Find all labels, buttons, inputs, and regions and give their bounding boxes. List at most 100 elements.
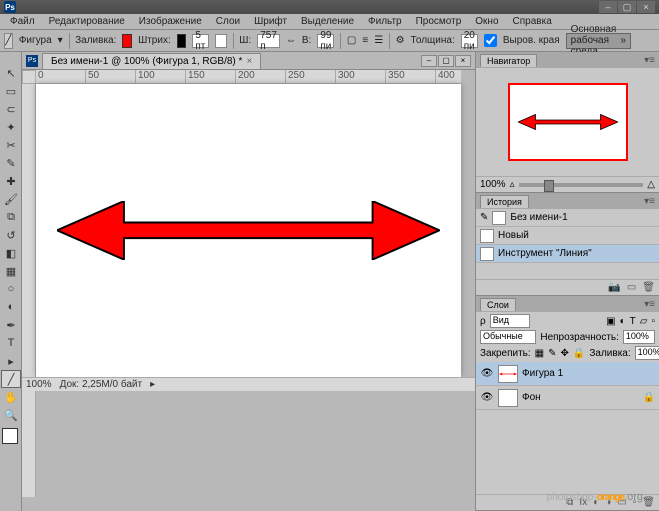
lock-paint-icon[interactable]: ✎ [548,348,556,359]
dodge-tool[interactable]: ◐ [1,298,21,316]
history-brush-tool[interactable]: ↺ [1,226,21,244]
layer-item[interactable]: 👁 Фон 🔒 [476,386,659,410]
trash-icon[interactable]: 🗑 [642,497,655,508]
menu-view[interactable]: Просмотр [410,15,468,28]
history-item[interactable]: ✎ Без имени-1 [476,209,659,227]
document-tab[interactable]: Без имени-1 @ 100% (Фигура 1, RGB/8) * × [42,53,261,69]
menu-layers[interactable]: Слои [210,15,246,28]
stamp-tool[interactable]: ⧉ [1,208,21,226]
navigator-zoom[interactable]: 100% [480,179,506,190]
history-source-icon[interactable]: ✎ [480,212,488,223]
menu-filter[interactable]: Фильтр [362,15,408,28]
eraser-tool[interactable]: ◧ [1,244,21,262]
brush-tool[interactable]: 🖌 [1,190,21,208]
layer-name[interactable]: Фон [522,392,541,403]
panel-menu-icon[interactable]: ▾≡ [644,55,655,66]
ruler-horizontal[interactable]: 050100150200250300350400 [36,70,461,84]
lasso-tool[interactable]: ⊂ [1,100,21,118]
kind-filter[interactable]: Вид [490,314,530,328]
doc-maximize[interactable]: ▢ [438,55,454,67]
blend-mode-select[interactable]: Обычные [480,330,536,344]
new-snapshot-icon[interactable]: ▭ [627,282,636,293]
filter-adjust-icon[interactable]: ◐ [620,316,626,327]
lock-pixels-icon[interactable]: ▦ [535,348,544,359]
lock-position-icon[interactable]: ✥ [561,348,569,359]
navigator-thumbnail[interactable] [508,83,628,161]
menu-edit[interactable]: Редактирование [43,15,131,28]
crop-tool[interactable]: ✂ [1,136,21,154]
camera-icon[interactable]: 📷 [608,282,620,293]
navigator-body[interactable] [476,68,659,176]
heal-tool[interactable]: ✚ [1,172,21,190]
filter-shape-icon[interactable]: ▱ [640,316,648,327]
close-tab-icon[interactable]: × [246,56,252,67]
navigator-zoom-slider[interactable] [519,183,644,187]
fill-swatch[interactable] [122,34,132,48]
layer-thumbnail[interactable] [498,389,518,407]
pen-tool[interactable]: ✒ [1,316,21,334]
history-item[interactable]: Инструмент "Линия" [476,245,659,263]
move-tool[interactable]: ↖ [1,64,21,82]
menu-help[interactable]: Справка [507,15,558,28]
align-icon[interactable]: ≡ [362,35,368,46]
layer-fill-input[interactable]: 100% [635,346,659,360]
eyedropper-tool[interactable]: ✎ [1,154,21,172]
visibility-toggle[interactable]: 👁 [480,392,494,403]
width-input[interactable]: 757 п [257,34,280,48]
path-select-tool[interactable]: ▸ [1,352,21,370]
lock-all-icon[interactable]: 🔒 [573,348,585,359]
layer-thumbnail[interactable] [498,365,518,383]
close-button[interactable]: × [637,1,655,13]
maximize-button[interactable]: ▢ [618,1,636,13]
gear-icon[interactable]: ⚙ [396,35,405,46]
arrange-icon[interactable]: ☰ [374,35,383,46]
history-item[interactable]: Новый [476,227,659,245]
visibility-toggle[interactable]: 👁 [480,368,494,379]
menu-select[interactable]: Выделение [295,15,360,28]
menu-type[interactable]: Шрифт [248,15,293,28]
arrow-shape[interactable] [57,201,440,260]
zoom-tool[interactable]: 🔍 [1,406,21,424]
canvas[interactable] [36,84,461,377]
trash-icon[interactable]: 🗑 [642,282,655,293]
hand-tool[interactable]: ✋ [1,388,21,406]
zoom-in-icon[interactable]: △ [647,179,655,190]
menu-window[interactable]: Окно [469,15,504,28]
line-tool[interactable]: ╱ [1,370,21,388]
zoom-out-icon[interactable]: ▵ [510,179,515,190]
layers-tab[interactable]: Слои [480,298,516,311]
workspace-selector[interactable]: Основная рабочая среда» [566,33,631,49]
filter-image-icon[interactable]: ▣ [606,316,615,327]
stroke-width-input[interactable]: 5 пт [192,34,208,48]
shape-mode-dropdown[interactable]: ▾ [58,34,63,48]
menu-image[interactable]: Изображение [133,15,208,28]
doc-info-dropdown[interactable]: ▸ [150,379,155,390]
height-input[interactable]: 99 пи [317,34,334,48]
type-tool[interactable]: T [1,334,21,352]
weight-input[interactable]: 20 пи [461,34,478,48]
ruler-origin[interactable] [22,70,36,84]
menu-file[interactable]: Файл [4,15,41,28]
path-op-icon[interactable]: ▢ [347,35,356,46]
line-tool-icon[interactable]: ╱ [4,33,13,49]
filter-smart-icon[interactable]: ▫ [651,316,655,327]
layer-item[interactable]: 👁 Фигура 1 [476,362,659,386]
opacity-input[interactable]: 100% [623,330,655,344]
layer-name[interactable]: Фигура 1 [522,368,563,379]
marquee-tool[interactable]: ▭ [1,82,21,100]
minimize-button[interactable]: – [599,1,617,13]
ruler-vertical[interactable] [22,84,36,497]
stroke-style[interactable] [215,34,227,48]
align-edges-checkbox[interactable] [484,34,497,47]
doc-minimize[interactable]: – [421,55,437,67]
zoom-level[interactable]: 100% [26,379,52,390]
stroke-swatch[interactable] [177,34,187,48]
foreground-color[interactable] [2,428,18,444]
history-tab[interactable]: История [480,195,529,208]
panel-menu-icon[interactable]: ▾≡ [644,196,655,207]
wand-tool[interactable]: ✦ [1,118,21,136]
navigator-tab[interactable]: Навигатор [480,54,537,67]
link-wh-icon[interactable]: ⇔ [286,35,296,46]
gradient-tool[interactable]: ▦ [1,262,21,280]
panel-menu-icon[interactable]: ▾≡ [644,299,655,310]
